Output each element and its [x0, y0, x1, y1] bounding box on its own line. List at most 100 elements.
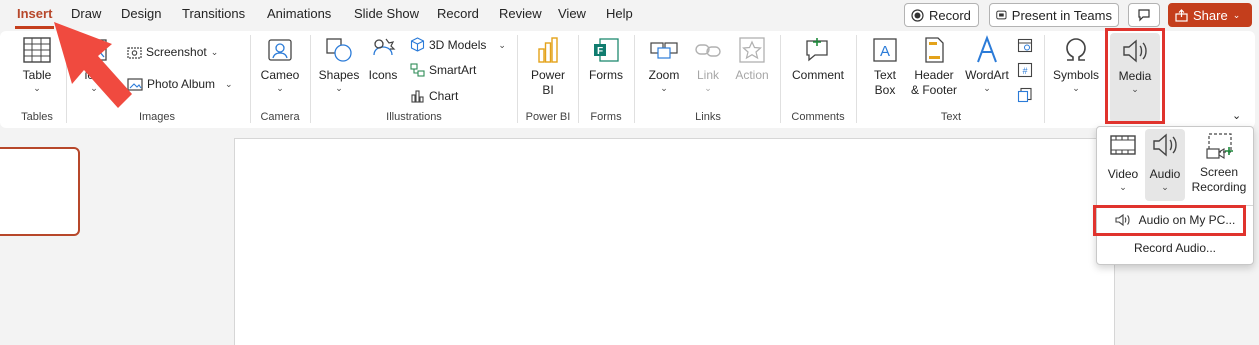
audio-label: Audio	[1149, 167, 1181, 181]
action-label: Action	[735, 68, 769, 82]
wordart-chevron-icon: ⌄	[983, 83, 991, 93]
header-footer-label-line1: Header	[914, 68, 954, 82]
zoom-chevron-icon: ⌄	[660, 83, 668, 93]
audio-button[interactable]: Audio ⌄	[1145, 129, 1185, 201]
forms-icon: F	[594, 38, 619, 62]
object-icon	[1017, 87, 1032, 103]
record-button[interactable]: Record	[904, 3, 979, 27]
tab-record[interactable]: Record	[437, 6, 479, 21]
link-label: Link	[696, 68, 719, 82]
share-icon	[1175, 8, 1188, 22]
text-box-label-line1: Text	[873, 68, 896, 82]
text-box-button[interactable]: A Text Box	[866, 35, 904, 98]
comments-button[interactable]	[1128, 3, 1160, 27]
record-audio-item[interactable]: Record Audio...	[1097, 236, 1253, 260]
screenshot-chevron-icon: ⌄	[210, 47, 219, 57]
shapes-button[interactable]: Shapes ⌄	[318, 35, 360, 93]
audio-on-my-pc-label: Audio on My PC...	[1138, 213, 1236, 227]
present-button-label: Present in Teams	[1011, 7, 1112, 23]
collapse-ribbon-icon[interactable]: ⌄	[1232, 109, 1241, 122]
forms-label: Forms	[589, 68, 623, 82]
object-button[interactable]	[1017, 87, 1033, 106]
link-button[interactable]: Link ⌄	[690, 35, 726, 93]
wordart-button[interactable]: WordArt ⌄	[962, 35, 1012, 93]
header-footer-label-line2: & Footer	[910, 83, 958, 97]
header-footer-button[interactable]: Header & Footer	[908, 35, 960, 98]
forms-button[interactable]: F Forms	[586, 35, 626, 83]
teams-icon	[996, 10, 1007, 20]
slide-number-icon: #	[1017, 62, 1033, 78]
screen-recording-label-line1: Screen	[1199, 165, 1239, 179]
symbols-chevron-icon: ⌄	[1072, 83, 1080, 93]
cameo-icon	[268, 39, 292, 61]
text-box-label-line2: Box	[874, 83, 896, 97]
video-label: Video	[1107, 167, 1139, 181]
group-separator	[310, 35, 311, 123]
wordart-icon	[977, 35, 997, 63]
smartart-button[interactable]: SmartArt	[410, 63, 476, 77]
screen-recording-icon	[1206, 133, 1233, 159]
power-bi-icon	[538, 37, 558, 63]
omega-icon	[1066, 38, 1086, 61]
ribbon: Table ⌄ Tables ictu ⌄ Screenshot ⌄ Photo…	[0, 31, 1255, 128]
date-time-button[interactable]	[1017, 37, 1033, 56]
share-chevron-icon: ⌄	[1232, 10, 1241, 20]
screenshot-label: Screenshot	[146, 45, 207, 59]
photo-album-button[interactable]: Photo Album ⌄	[127, 77, 233, 91]
photo-album-label: Photo Album	[147, 77, 216, 91]
power-bi-button[interactable]: Power BI	[526, 35, 570, 98]
chart-label: Chart	[429, 89, 459, 103]
media-label: Media	[1118, 69, 1152, 83]
cameo-chevron-icon: ⌄	[276, 83, 284, 93]
comment-button[interactable]: Comment	[788, 35, 848, 83]
zoom-slides-icon	[650, 42, 678, 59]
shapes-chevron-icon: ⌄	[335, 83, 343, 93]
slide-thumbnail[interactable]	[0, 147, 80, 236]
screenshot-button[interactable]: Screenshot ⌄	[127, 45, 218, 59]
symbols-label: Symbols	[1052, 68, 1099, 82]
tab-view[interactable]: View	[558, 6, 586, 21]
share-button[interactable]: Share ⌄	[1168, 3, 1252, 27]
chart-button[interactable]: Chart	[410, 89, 458, 103]
tab-animations[interactable]: Animations	[267, 6, 331, 21]
group-label-comments: Comments	[791, 111, 845, 123]
group-separator	[634, 35, 635, 123]
symbols-button[interactable]: Symbols ⌄	[1050, 35, 1102, 93]
present-in-teams-button[interactable]: Present in Teams	[989, 3, 1119, 27]
tab-help[interactable]: Help	[606, 6, 633, 21]
tab-transitions[interactable]: Transitions	[182, 6, 245, 21]
group-label-links: Links	[695, 111, 721, 123]
share-button-label: Share	[1193, 7, 1228, 23]
action-button[interactable]: Action	[732, 35, 772, 83]
media-dropdown: Video ⌄ Audio ⌄ Screen Recording Audio o…	[1096, 126, 1254, 265]
smartart-icon	[410, 63, 425, 77]
group-separator	[856, 35, 857, 123]
icons-label: Icons	[368, 68, 398, 82]
cameo-button[interactable]: Cameo ⌄	[258, 35, 302, 93]
group-separator	[780, 35, 781, 123]
text-box-icon: A	[873, 38, 897, 62]
slide-canvas[interactable]	[234, 138, 1115, 345]
power-bi-label-line1: Power	[530, 68, 565, 82]
3d-models-label: 3D Models	[429, 37, 487, 52]
group-separator	[517, 35, 518, 123]
record-audio-label: Record Audio...	[1133, 241, 1217, 255]
action-star-icon	[739, 37, 765, 63]
media-button[interactable]: Media ⌄	[1110, 33, 1160, 123]
speaker-small-icon	[1115, 213, 1130, 227]
slide-number-button[interactable]: #	[1017, 62, 1033, 81]
comment-bubble-icon	[1138, 9, 1150, 22]
group-label-power-bi: Power BI	[525, 111, 571, 123]
icons-button[interactable]: Icons	[366, 35, 400, 83]
group-label-text: Text	[940, 111, 962, 123]
group-separator	[578, 35, 579, 123]
zoom-button[interactable]: Zoom ⌄	[644, 35, 684, 93]
svg-text:#: #	[1022, 66, 1027, 76]
audio-on-my-pc-item[interactable]: Audio on My PC...	[1097, 208, 1253, 232]
icons-gallery-icon	[373, 38, 396, 56]
tab-review[interactable]: Review	[499, 6, 542, 21]
tab-slide-show[interactable]: Slide Show	[354, 6, 419, 21]
screen-recording-button[interactable]: Screen Recording	[1187, 131, 1251, 195]
3d-models-button[interactable]: 3D Models ⌄	[410, 37, 506, 52]
video-button[interactable]: Video ⌄	[1103, 131, 1143, 192]
